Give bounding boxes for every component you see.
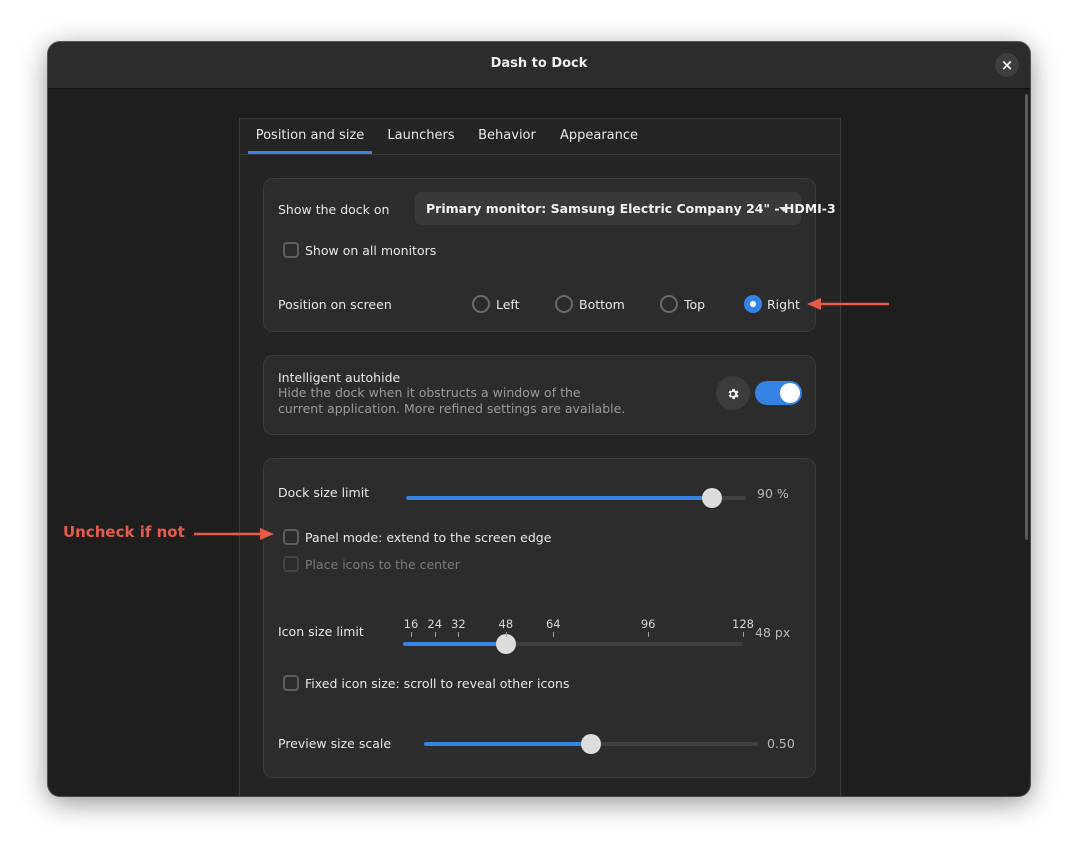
panel-mode-arrow-annotation <box>194 528 274 540</box>
icon-size-mark: 48 <box>498 617 514 631</box>
icon-size-tick <box>648 632 650 637</box>
show-all-monitors-checkbox[interactable] <box>283 242 299 258</box>
autohide-desc-2: current application. More refined settin… <box>278 401 626 416</box>
dock-size-fill <box>406 496 712 500</box>
switch-knob <box>780 383 800 403</box>
settings-window: Dash to Dock × Position and size Launche… <box>48 42 1030 796</box>
panel-mode-label: Panel mode: extend to the screen edge <box>305 530 552 545</box>
icon-size-value: 48 px <box>755 625 791 640</box>
dock-size-slider[interactable] <box>406 488 746 508</box>
icon-size-slider[interactable] <box>403 634 743 654</box>
preview-scale-slider[interactable] <box>424 734 758 754</box>
title-bar: Dash to Dock × <box>48 42 1030 89</box>
icon-size-handle[interactable] <box>495 634 516 654</box>
icon-size-fill <box>403 642 506 646</box>
tab-position-and-size[interactable]: Position and size <box>248 119 372 154</box>
icon-size-tick <box>411 632 412 637</box>
panel-mode-checkbox[interactable] <box>283 529 299 545</box>
tab-launchers[interactable]: Launchers <box>382 119 460 154</box>
position-right-radio[interactable] <box>744 295 762 313</box>
tab-bar: Position and size Launchers Behavior App… <box>240 119 840 155</box>
center-icons-checkbox[interactable] <box>283 556 299 572</box>
icon-size-mark: 96 <box>640 617 656 631</box>
uncheck-annotation-text: Uncheck if not <box>63 523 185 541</box>
size-card: Dock size limit 90 % Panel mode: extend … <box>263 458 816 778</box>
scrollbar[interactable] <box>1025 94 1028 540</box>
monitor-label: Show the dock on <box>278 202 390 217</box>
preview-scale-label: Preview size scale <box>278 736 392 751</box>
icon-size-mark: 24 <box>427 617 443 631</box>
window-title: Dash to Dock <box>490 56 588 71</box>
icon-size-tick <box>458 632 460 637</box>
position-left-radio[interactable] <box>472 295 490 313</box>
icon-size-tick <box>434 632 436 637</box>
show-all-monitors-label: Show on all monitors <box>305 243 437 258</box>
chevron-down-icon <box>779 207 789 212</box>
position-right-label: Right <box>767 297 800 312</box>
fixed-icon-size-label: Fixed icon size: scroll to reveal other … <box>305 676 570 691</box>
preview-scale-fill <box>424 742 591 746</box>
icon-size-tick <box>505 632 507 637</box>
tab-appearance[interactable]: Appearance <box>554 119 644 154</box>
dock-size-handle[interactable] <box>702 488 722 508</box>
icon-size-tick <box>553 632 555 637</box>
autohide-title: Intelligent autohide <box>278 370 401 385</box>
monitor-dropdown[interactable]: Primary monitor: Samsung Electric Compan… <box>415 192 836 225</box>
fixed-icon-size-checkbox[interactable] <box>283 675 299 691</box>
close-icon: × <box>1000 56 1014 74</box>
icon-size-mark: 16 <box>403 617 419 631</box>
autohide-settings-button[interactable] <box>716 376 750 410</box>
right-arrow-annotation <box>807 298 889 310</box>
tab-behavior[interactable]: Behavior <box>470 119 544 154</box>
dock-size-label: Dock size limit <box>278 485 370 500</box>
preferences-panel: Position and size Launchers Behavior App… <box>239 118 841 796</box>
icon-size-mark: 64 <box>545 617 561 631</box>
icon-size-mark: 128 <box>732 617 754 631</box>
position-top-radio[interactable] <box>660 295 678 313</box>
autohide-desc-1: Hide the dock when it obstructs a window… <box>278 385 581 400</box>
position-top-label: Top <box>684 297 706 312</box>
position-label: Position on screen <box>278 297 392 312</box>
close-button[interactable]: × <box>995 53 1019 77</box>
preview-scale-value: 0.50 <box>767 736 795 751</box>
autohide-card: Intelligent autohide Hide the dock when … <box>263 355 816 435</box>
position-bottom-radio[interactable] <box>555 295 573 313</box>
dock-size-value: 90 % <box>757 486 789 501</box>
icon-size-mark: 32 <box>451 617 466 631</box>
center-icons-label: Place icons to the center <box>305 557 460 572</box>
monitor-dropdown-value: Primary monitor: Samsung Electric Compan… <box>426 201 836 216</box>
gear-icon <box>728 388 739 399</box>
autohide-switch[interactable] <box>755 381 802 405</box>
monitor-position-card: Show the dock on Primary monitor: Samsun… <box>263 178 836 332</box>
icon-size-label: Icon size limit <box>278 624 364 639</box>
icon-size-tick <box>743 632 744 637</box>
preview-scale-handle[interactable] <box>581 734 601 754</box>
position-bottom-label: Bottom <box>579 297 625 312</box>
position-left-label: Left <box>496 297 520 312</box>
